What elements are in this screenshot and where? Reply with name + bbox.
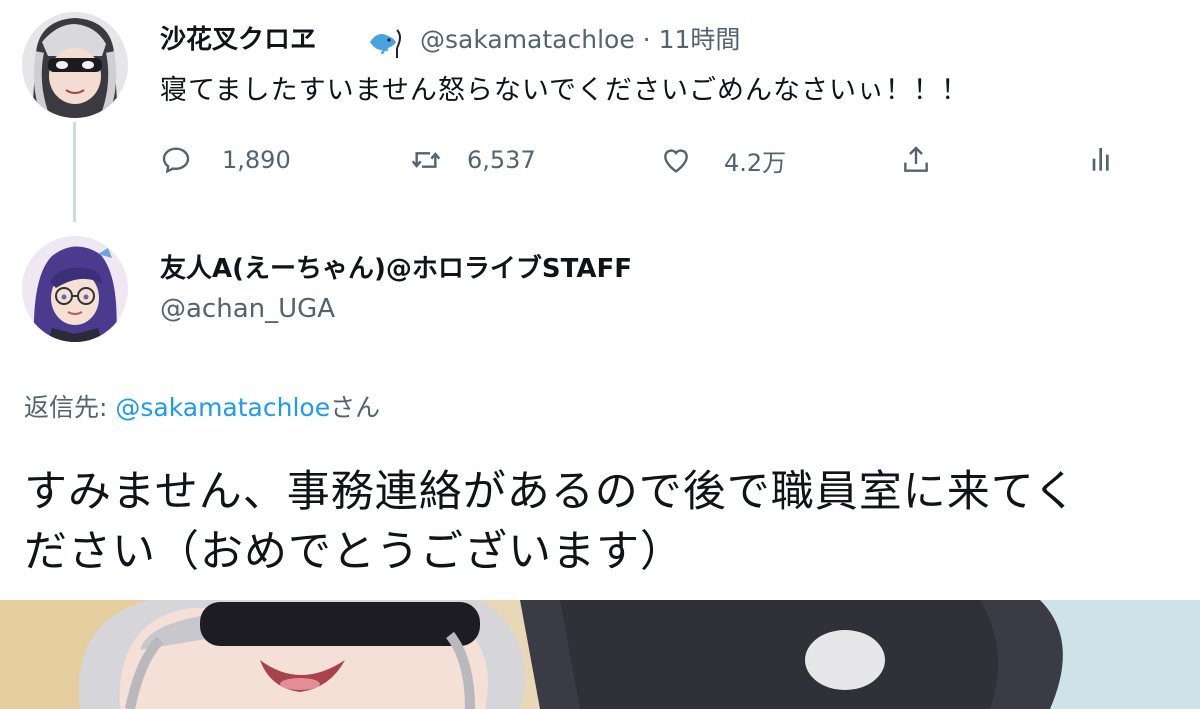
avatar-chloe-image	[22, 12, 128, 118]
fish-badge-icon	[366, 24, 406, 64]
share-button[interactable]	[900, 140, 962, 180]
analytics-icon	[1092, 148, 1109, 171]
avatar-achan[interactable]	[22, 236, 128, 342]
reply-icon	[162, 147, 190, 174]
reply-count: 1,890	[222, 146, 291, 174]
share-icon	[904, 146, 928, 172]
reply-author-handle[interactable]: @achan_UGA	[160, 294, 335, 324]
reply-text-line-1: すみません、事務連絡があるので後で職員室に来てく	[24, 467, 1078, 517]
reply-tweet-text: すみません、事務連絡があるので後で職員室に来てく ださい（おめでとうございます）	[24, 462, 1077, 582]
retweet-count: 6,537	[467, 146, 536, 174]
reply-button[interactable]: 1,890	[160, 140, 291, 180]
stream-overlay-image	[0, 600, 1200, 709]
tweet-text: 寝てましたすいません怒らないでくださいごめんなさいぃ！！！	[160, 75, 970, 106]
analytics-button[interactable]	[1086, 140, 1148, 180]
reply-to-suffix: さん	[330, 393, 381, 422]
author-handle-meta: @sakamatachloe · 11時間	[420, 20, 740, 56]
heart-icon	[664, 149, 688, 173]
reply-to-handle[interactable]: @sakamatachloe	[115, 393, 330, 422]
reply-to-line: 返信先: @sakamatachloeさん	[24, 388, 380, 424]
reply-author-name[interactable]: 友人A(えーちゃん)@ホロライブSTAFF	[160, 248, 632, 285]
reply-text-line-2: ださい（おめでとうございます）	[24, 527, 684, 577]
retweet-button[interactable]: 6,537	[410, 140, 536, 180]
avatar-sakamatachloe[interactable]	[22, 12, 128, 118]
author-handle[interactable]: @sakamatachloe	[420, 25, 635, 54]
thread-connector-line	[73, 122, 76, 222]
reply-to-label: 返信先:	[24, 393, 116, 422]
meta-separator: ·	[642, 25, 651, 54]
like-count: 4.2万	[724, 148, 787, 177]
retweet-icon	[411, 152, 441, 168]
tweet-time[interactable]: 11時間	[659, 25, 741, 54]
avatar-achan-image	[22, 236, 128, 342]
like-button[interactable]: 4.2万	[660, 140, 786, 180]
author-name[interactable]: 沙花叉クロヱ	[160, 19, 316, 56]
